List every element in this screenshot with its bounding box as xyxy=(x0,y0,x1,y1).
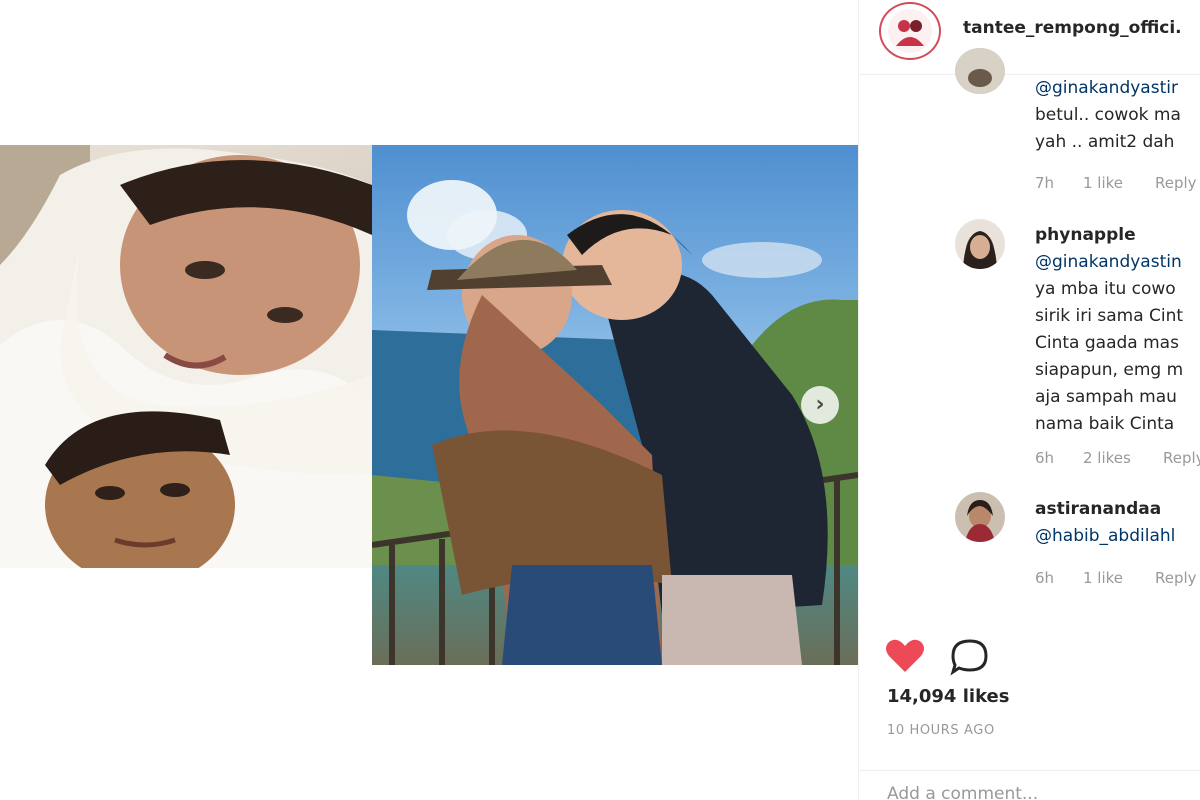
comment-avatar[interactable] xyxy=(955,492,1005,542)
comment-text-line: siapapun, emg m xyxy=(1035,360,1184,380)
comment-username[interactable]: phynapple xyxy=(1035,225,1136,245)
comment-reply-link[interactable]: Reply xyxy=(1155,569,1197,587)
comment-username[interactable]: astiranandaa xyxy=(1035,499,1161,519)
comment-mention[interactable]: @habib_abdilahl xyxy=(1035,526,1175,546)
comment-text-line: betul.. cowok ma xyxy=(1035,105,1181,125)
chevron-right-icon: › xyxy=(815,392,825,417)
post-author-username[interactable]: tantee_rempong_offici. xyxy=(963,18,1182,38)
comment-reply-link[interactable]: Reply xyxy=(1163,449,1200,467)
comment-bubble-icon[interactable] xyxy=(949,638,991,676)
comment-mention[interactable]: @ginakandyastir xyxy=(1035,78,1178,98)
comment-likes-link[interactable]: 1 like xyxy=(1083,569,1123,587)
post-header: tantee_rempong_offici. xyxy=(859,0,1200,75)
comment-avatar[interactable] xyxy=(955,219,1005,269)
add-comment-input[interactable]: Add a comment... xyxy=(887,784,1038,800)
profile-logo-icon[interactable] xyxy=(879,2,941,60)
comment-text-line: Cinta gaada mas xyxy=(1035,333,1179,353)
post-photo-right xyxy=(372,145,858,665)
post-photo-left xyxy=(0,145,372,568)
heart-icon[interactable] xyxy=(885,638,925,674)
comment-text-line: nama baik Cinta xyxy=(1035,414,1175,434)
post-media-area: › xyxy=(0,0,858,800)
comment-text-line: aja sampah mau xyxy=(1035,387,1177,407)
comment-time: 7h xyxy=(1035,174,1055,192)
comment-time: 6h xyxy=(1035,449,1055,467)
comment-avatar[interactable] xyxy=(955,48,1005,94)
comment-text-line: sirik iri sama Cint xyxy=(1035,306,1184,326)
comment-reply-link[interactable]: Reply xyxy=(1155,174,1197,192)
post-side-panel: tantee_rempong_offici. @ginakandyastir b… xyxy=(858,0,1200,800)
photo-left-illustration xyxy=(0,145,372,568)
comment-likes-link[interactable]: 1 like xyxy=(1083,174,1123,192)
comment-time: 6h xyxy=(1035,569,1055,587)
photo-right-illustration xyxy=(372,180,858,665)
post-timestamp: 10 HOURS AGO xyxy=(887,723,995,738)
comment-mention[interactable]: @ginakandyastin xyxy=(1035,252,1182,272)
likes-count[interactable]: 14,094 likes xyxy=(887,686,1009,707)
carousel-next-button[interactable]: › xyxy=(801,386,839,424)
comment-text-line: yah .. amit2 dah xyxy=(1035,132,1175,152)
divider xyxy=(859,770,1200,771)
comment-likes-link[interactable]: 2 likes xyxy=(1083,449,1131,467)
comment-text-line: ya mba itu cowo xyxy=(1035,279,1176,299)
